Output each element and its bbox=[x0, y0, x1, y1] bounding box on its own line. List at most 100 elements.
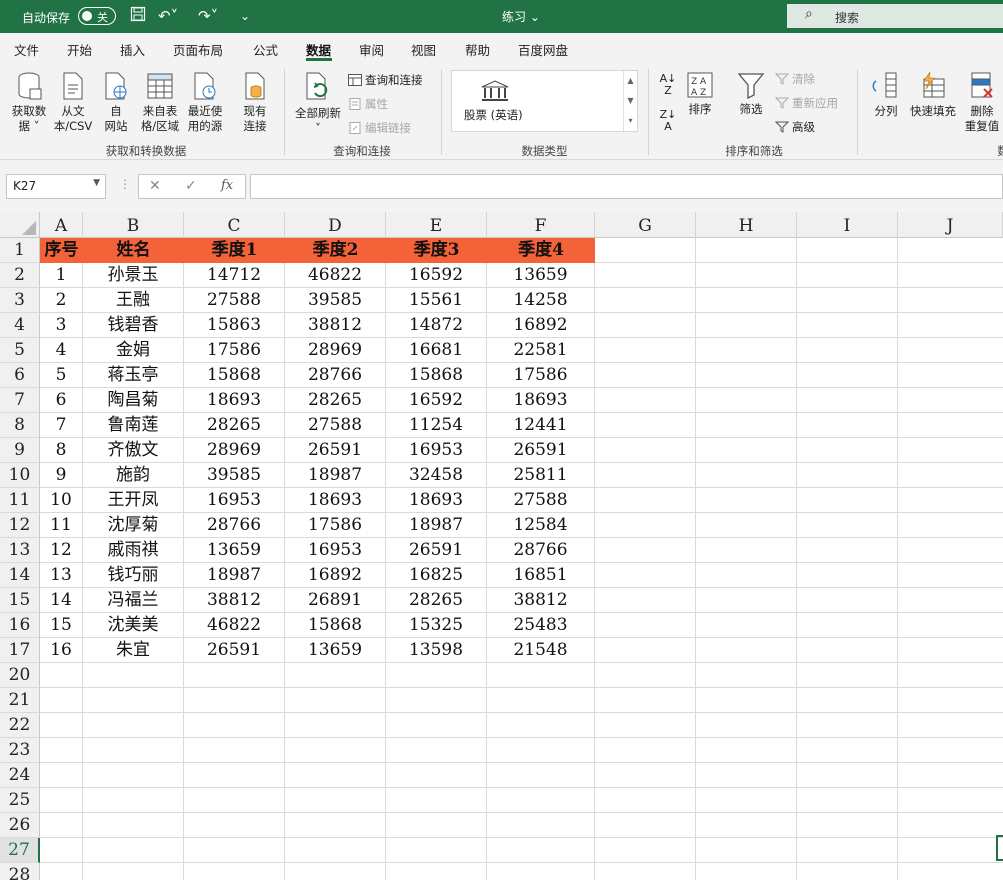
cell-c13[interactable]: 13659 bbox=[184, 538, 284, 563]
formula-input[interactable] bbox=[250, 174, 1003, 199]
cell-c12[interactable]: 28766 bbox=[184, 513, 284, 538]
cell-e6[interactable]: 15868 bbox=[386, 363, 486, 388]
cell-a17[interactable]: 16 bbox=[40, 638, 82, 663]
cell-c14[interactable]: 18987 bbox=[184, 563, 284, 588]
cell-b13[interactable]: 戚雨祺 bbox=[83, 538, 183, 563]
tab-baidu-netdisk[interactable]: 百度网盘 bbox=[518, 40, 568, 59]
formula-bar-grip-icon[interactable]: ⋮ bbox=[119, 177, 131, 191]
remove-duplicates-button[interactable]: 删除 重复值 bbox=[962, 71, 1002, 134]
cell-a11[interactable]: 10 bbox=[40, 488, 82, 513]
column-header-i[interactable]: I bbox=[797, 212, 898, 238]
cell-c15[interactable]: 38812 bbox=[184, 588, 284, 613]
cell-c8[interactable]: 28265 bbox=[184, 413, 284, 438]
cell-b15[interactable]: 冯福兰 bbox=[83, 588, 183, 613]
cell-b5[interactable]: 金娟 bbox=[83, 338, 183, 363]
name-box-dropdown-icon[interactable]: ▼ bbox=[93, 178, 100, 188]
column-header-e[interactable]: E bbox=[386, 212, 487, 238]
gallery-up-icon[interactable]: ▲ bbox=[624, 71, 637, 91]
cell-e8[interactable]: 11254 bbox=[386, 413, 486, 438]
from-web-button[interactable]: 自 网站 bbox=[100, 71, 132, 134]
row-header-26[interactable]: 26 bbox=[0, 813, 40, 838]
cell-e12[interactable]: 18987 bbox=[386, 513, 486, 538]
cell-f7[interactable]: 18693 bbox=[487, 388, 594, 413]
tab-page-layout[interactable]: 页面布局 bbox=[173, 40, 223, 59]
cell-f6[interactable]: 17586 bbox=[487, 363, 594, 388]
cell-e14[interactable]: 16825 bbox=[386, 563, 486, 588]
cell-b14[interactable]: 钱巧丽 bbox=[83, 563, 183, 588]
cell-d13[interactable]: 16953 bbox=[285, 538, 385, 563]
cell-d9[interactable]: 26591 bbox=[285, 438, 385, 463]
cell-d5[interactable]: 28969 bbox=[285, 338, 385, 363]
from-text-csv-button[interactable]: 从文 本/CSV bbox=[52, 71, 94, 134]
header-cell-a[interactable]: 序号 bbox=[40, 238, 83, 263]
cell-a2[interactable]: 1 bbox=[40, 263, 82, 288]
cell-c17[interactable]: 26591 bbox=[184, 638, 284, 663]
cell-d16[interactable]: 15868 bbox=[285, 613, 385, 638]
reapply-filter-button[interactable]: 重新应用 bbox=[775, 94, 838, 112]
cell-e5[interactable]: 16681 bbox=[386, 338, 486, 363]
cell-a14[interactable]: 13 bbox=[40, 563, 82, 588]
cell-f15[interactable]: 38812 bbox=[487, 588, 594, 613]
cell-a6[interactable]: 5 bbox=[40, 363, 82, 388]
search-box[interactable]: ⌕ 搜索 bbox=[787, 4, 1003, 28]
row-header-22[interactable]: 22 bbox=[0, 713, 40, 738]
cell-e9[interactable]: 16953 bbox=[386, 438, 486, 463]
row-header-5[interactable]: 5 bbox=[0, 338, 40, 363]
cell-a13[interactable]: 12 bbox=[40, 538, 82, 563]
cell-c11[interactable]: 16953 bbox=[184, 488, 284, 513]
tab-insert[interactable]: 插入 bbox=[120, 40, 145, 59]
text-to-columns-button[interactable]: 分列 bbox=[866, 71, 906, 119]
gallery-down-icon[interactable]: ▼ bbox=[624, 91, 637, 111]
cell-f8[interactable]: 12441 bbox=[487, 413, 594, 438]
filter-button[interactable]: 筛选 bbox=[734, 71, 768, 117]
cell-a8[interactable]: 7 bbox=[40, 413, 82, 438]
cell-f3[interactable]: 14258 bbox=[487, 288, 594, 313]
cell-d2[interactable]: 46822 bbox=[285, 263, 385, 288]
cell-f12[interactable]: 12584 bbox=[487, 513, 594, 538]
autosave-toggle[interactable]: 关 bbox=[78, 7, 116, 25]
cell-e2[interactable]: 16592 bbox=[386, 263, 486, 288]
cell-d4[interactable]: 38812 bbox=[285, 313, 385, 338]
cell-f11[interactable]: 27588 bbox=[487, 488, 594, 513]
cell-f16[interactable]: 25483 bbox=[487, 613, 594, 638]
header-cell-c[interactable]: 季度1 bbox=[184, 238, 285, 263]
row-header-2[interactable]: 2 bbox=[0, 263, 40, 288]
cell-f13[interactable]: 28766 bbox=[487, 538, 594, 563]
cell-f4[interactable]: 16892 bbox=[487, 313, 594, 338]
row-header-15[interactable]: 15 bbox=[0, 588, 40, 613]
header-cell-d[interactable]: 季度2 bbox=[285, 238, 386, 263]
row-header-17[interactable]: 17 bbox=[0, 638, 40, 663]
customize-quick-access-icon[interactable]: ⌄ bbox=[240, 6, 250, 26]
refresh-all-button[interactable]: 全部刷新 ˅ bbox=[292, 71, 344, 136]
gallery-scroll[interactable]: ▲ ▼ ▾ bbox=[623, 71, 637, 131]
cell-d17[interactable]: 13659 bbox=[285, 638, 385, 663]
tab-help[interactable]: 帮助 bbox=[465, 40, 490, 59]
flash-fill-button[interactable]: 快速填充 bbox=[906, 71, 960, 119]
cell-e7[interactable]: 16592 bbox=[386, 388, 486, 413]
column-header-f[interactable]: F bbox=[487, 212, 595, 238]
cell-f17[interactable]: 21548 bbox=[487, 638, 594, 663]
cell-c9[interactable]: 28969 bbox=[184, 438, 284, 463]
get-data-button[interactable]: 获取数 据 ˅ bbox=[8, 71, 50, 134]
cell-b11[interactable]: 王开凤 bbox=[83, 488, 183, 513]
cell-f10[interactable]: 25811 bbox=[487, 463, 594, 488]
cell-d14[interactable]: 16892 bbox=[285, 563, 385, 588]
column-header-d[interactable]: D bbox=[285, 212, 386, 238]
cell-c3[interactable]: 27588 bbox=[184, 288, 284, 313]
select-all-corner[interactable] bbox=[0, 212, 40, 238]
name-box[interactable]: K27 ▼ bbox=[6, 174, 106, 199]
cell-d10[interactable]: 18987 bbox=[285, 463, 385, 488]
cancel-icon[interactable]: ✕ bbox=[149, 178, 161, 194]
row-header-9[interactable]: 9 bbox=[0, 438, 40, 463]
row-header-14[interactable]: 14 bbox=[0, 563, 40, 588]
row-header-25[interactable]: 25 bbox=[0, 788, 40, 813]
row-header-3[interactable]: 3 bbox=[0, 288, 40, 313]
sort-button[interactable]: Z AA Z 排序 bbox=[684, 71, 716, 117]
stock-data-type[interactable]: 股票 (英语) bbox=[464, 107, 523, 123]
row-header-13[interactable]: 13 bbox=[0, 538, 40, 563]
row-header-12[interactable]: 12 bbox=[0, 513, 40, 538]
tab-home[interactable]: 开始 bbox=[67, 40, 92, 59]
cell-d15[interactable]: 26891 bbox=[285, 588, 385, 613]
cell-d6[interactable]: 28766 bbox=[285, 363, 385, 388]
cell-e16[interactable]: 15325 bbox=[386, 613, 486, 638]
